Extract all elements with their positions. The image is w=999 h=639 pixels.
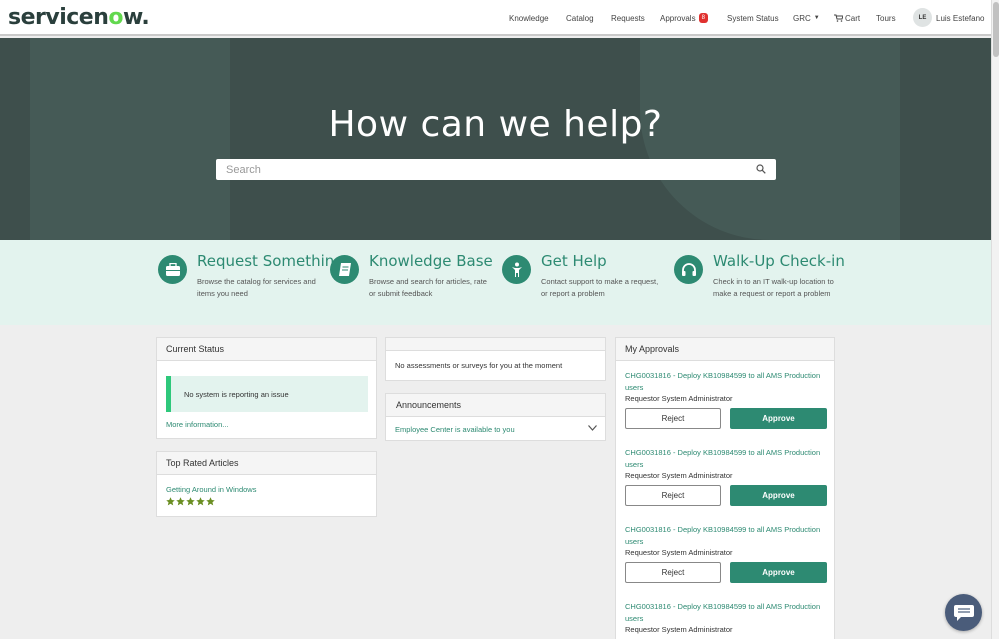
star-icon (166, 497, 175, 506)
panel-header: Top Rated Articles (157, 452, 376, 475)
service-title: Walk-Up Check-in (713, 252, 845, 270)
panel-header: Current Status (157, 338, 376, 361)
chevron-down-icon[interactable] (588, 425, 597, 431)
user-avatar[interactable]: LE (913, 8, 932, 27)
nav-cart[interactable]: Cart (834, 0, 860, 36)
search-input[interactable] (216, 159, 746, 180)
service-title: Request Something (197, 252, 344, 270)
approve-button[interactable]: Approve (730, 408, 827, 429)
assessments-panel: No assessments or surveys for you at the… (385, 337, 606, 381)
approvals-count-badge: 8 (698, 13, 708, 23)
nav-knowledge[interactable]: Knowledge (509, 0, 549, 36)
current-status-panel: Current Status No system is reporting an… (156, 337, 377, 439)
approval-link[interactable]: CHG0031816 - Deploy KB10984599 to all AM… (625, 370, 830, 393)
service-title: Get Help (541, 252, 607, 270)
star-icon (196, 497, 205, 506)
approval-link[interactable]: CHG0031816 - Deploy KB10984599 to all AM… (625, 524, 830, 547)
my-approvals-panel: My Approvals CHG0031816 - Deploy KB10984… (615, 337, 835, 639)
top-header: servicenow. Knowledge Catalog Requests A… (0, 0, 991, 36)
approval-requestor: Requestor System Administrator (625, 394, 733, 403)
approval-item: CHG0031816 - Deploy KB10984599 to all AM… (625, 524, 830, 583)
reject-button[interactable]: Reject (625, 562, 721, 583)
caret-down-icon: ▼ (813, 15, 820, 21)
reject-button[interactable]: Reject (625, 408, 721, 429)
hero-banner: How can we help? (0, 38, 991, 240)
nav-system-status[interactable]: System Status (727, 0, 779, 36)
approve-button[interactable]: Approve (730, 562, 827, 583)
nav-tours-label: Tours (876, 13, 896, 23)
user-name-label: Luis Estefano (936, 13, 985, 23)
services-band: Request Something Browse the catalog for… (0, 240, 991, 325)
book-icon (330, 255, 359, 284)
chat-bubble-icon (953, 604, 974, 621)
star-icon (206, 497, 215, 506)
nav-requests[interactable]: Requests (611, 0, 645, 36)
service-desc: Browse and search for articles, rate or … (369, 277, 487, 298)
approval-link[interactable]: CHG0031816 - Deploy KB10984599 to all AM… (625, 601, 830, 624)
logo-text-o: o (108, 5, 123, 30)
panel-header: My Approvals (616, 338, 834, 361)
approval-item: CHG0031816 - Deploy KB10984599 to all AM… (625, 370, 830, 429)
approval-item: CHG0031816 - Deploy KB10984599 to all AM… (625, 447, 830, 506)
service-desc: Browse the catalog for services and item… (197, 277, 316, 298)
servicenow-logo[interactable]: servicenow. (8, 5, 150, 30)
approval-requestor: Requestor System Administrator (625, 471, 733, 480)
panel-header: Announcements (386, 394, 605, 417)
approval-link[interactable]: CHG0031816 - Deploy KB10984599 to all AM… (625, 447, 830, 470)
logo-text-b: w. (123, 5, 150, 30)
reject-button[interactable]: Reject (625, 485, 721, 506)
article-link[interactable]: Getting Around in Windows (166, 485, 256, 494)
nav-approvals-label: Approvals (660, 13, 696, 23)
service-desc: Contact support to make a request, or re… (541, 277, 659, 298)
nav-requests-label: Requests (611, 13, 645, 23)
nav-grc-label: GRC (793, 13, 811, 23)
chat-button[interactable] (945, 594, 982, 631)
search-icon[interactable] (756, 164, 766, 174)
star-rating (166, 497, 215, 506)
approval-requestor: Requestor System Administrator (625, 548, 733, 557)
search-bar (216, 159, 776, 180)
cart-icon (834, 14, 843, 22)
panel-header (386, 338, 605, 351)
user-name[interactable]: Luis Estefano (936, 0, 984, 36)
logo-text-a: servicen (8, 5, 109, 30)
scrollbar-thumb[interactable] (993, 2, 999, 57)
nav-grc[interactable]: GRC ▼ (793, 0, 820, 36)
nav-knowledge-label: Knowledge (509, 13, 549, 23)
nav-catalog-label: Catalog (566, 13, 594, 23)
page-scrollbar[interactable] (991, 0, 999, 639)
assessments-message: No assessments or surveys for you at the… (395, 361, 563, 370)
service-title: Knowledge Base (369, 252, 493, 270)
nav-approvals[interactable]: Approvals 8 (660, 0, 708, 36)
nav-catalog[interactable]: Catalog (566, 0, 594, 36)
star-icon (186, 497, 195, 506)
nav-system-status-label: System Status (727, 13, 779, 23)
nav-tours[interactable]: Tours (876, 0, 896, 36)
hero-title: How can we help? (328, 104, 663, 145)
approval-item: CHG0031816 - Deploy KB10984599 to all AM… (625, 601, 830, 634)
approval-requestor: Requestor System Administrator (625, 625, 733, 634)
service-desc: Check in to an IT walk-up location to ma… (713, 277, 834, 298)
announcements-panel: Announcements Employee Center is availab… (385, 393, 606, 441)
person-icon (502, 255, 531, 284)
status-message: No system is reporting an issue (166, 376, 368, 412)
nav-cart-label: Cart (845, 13, 861, 23)
approve-button[interactable]: Approve (730, 485, 827, 506)
announcement-item[interactable]: Employee Center is available to you (395, 425, 515, 434)
top-rated-panel: Top Rated Articles Getting Around in Win… (156, 451, 377, 517)
headset-icon (674, 255, 703, 284)
briefcase-icon (158, 255, 187, 284)
more-information-link[interactable]: More information... (166, 420, 229, 429)
star-icon (176, 497, 185, 506)
